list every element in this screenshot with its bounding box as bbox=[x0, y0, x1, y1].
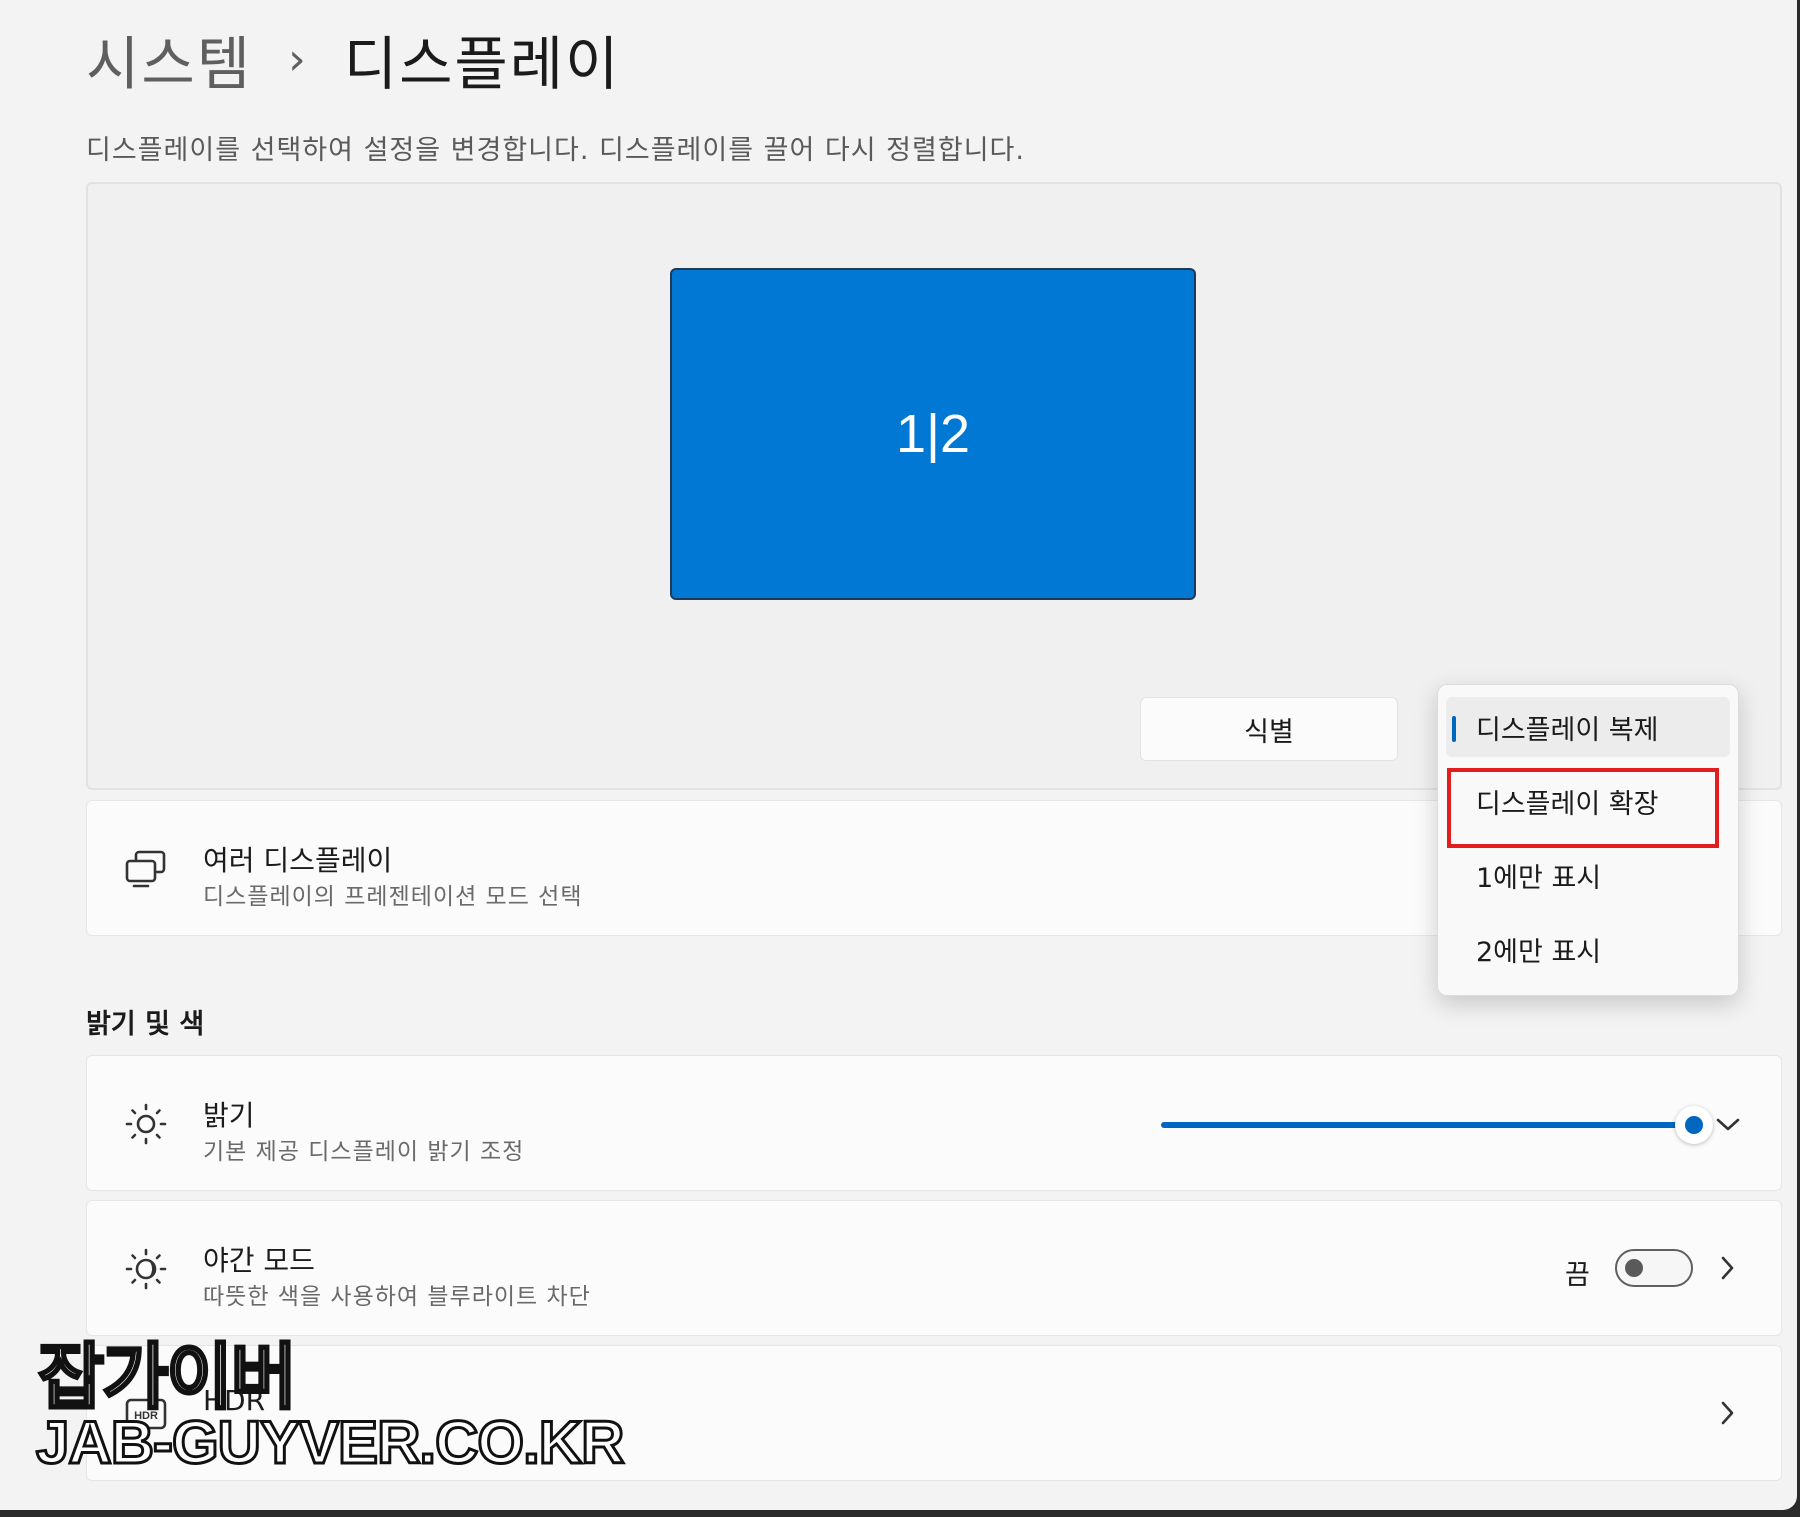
display-tile-1-2[interactable]: 1|2 bbox=[670, 268, 1196, 600]
night-light-subtitle: 따뜻한 색을 사용하여 블루라이트 차단 bbox=[203, 1284, 591, 1310]
multiple-displays-icon bbox=[121, 844, 171, 894]
breadcrumb: 시스템 › 디스플레이 bbox=[86, 14, 621, 104]
menu-item-show-only-1[interactable]: 1에만 표시 bbox=[1446, 845, 1730, 905]
brightness-slider-track[interactable] bbox=[1161, 1122, 1679, 1128]
night-light-icon bbox=[121, 1244, 171, 1294]
chevron-down-icon[interactable] bbox=[1713, 1110, 1743, 1140]
watermark-url: JAB-GUYVER.CO.KR bbox=[34, 1408, 625, 1478]
night-light-row[interactable]: 야간 모드 따뜻한 색을 사용하여 블루라이트 차단 끔 bbox=[86, 1200, 1782, 1336]
settings-window: 시스템 › 디스플레이 디스플레이를 선택하여 설정을 변경합니다. 디스플레이… bbox=[0, 0, 1797, 1510]
page-title: 디스플레이 bbox=[343, 30, 621, 98]
multiple-displays-subtitle: 디스플레이의 프레젠테이션 모드 선택 bbox=[203, 884, 583, 910]
display-arrange-description: 디스플레이를 선택하여 설정을 변경합니다. 디스플레이를 끌어 다시 정렬합니… bbox=[86, 135, 1025, 166]
chevron-right-icon[interactable] bbox=[1713, 1398, 1743, 1428]
night-light-title: 야간 모드 bbox=[203, 1244, 315, 1277]
menu-item-duplicate-display[interactable]: 디스플레이 복제 bbox=[1446, 697, 1730, 757]
sun-icon bbox=[121, 1099, 171, 1149]
brightness-slider-thumb[interactable] bbox=[1675, 1106, 1713, 1144]
brightness-title: 밝기 bbox=[203, 1099, 255, 1132]
breadcrumb-system-link[interactable]: 시스템 bbox=[86, 17, 252, 101]
chevron-right-icon[interactable] bbox=[1713, 1253, 1743, 1283]
night-light-state-label: 끔 bbox=[1565, 1260, 1590, 1291]
multiple-displays-title: 여러 디스플레이 bbox=[203, 844, 393, 877]
night-light-toggle[interactable] bbox=[1615, 1249, 1693, 1287]
highlight-annotation-box bbox=[1447, 768, 1719, 848]
display-tile-label: 1|2 bbox=[895, 404, 971, 464]
brightness-row[interactable]: 밝기 기본 제공 디스플레이 밝기 조정 bbox=[86, 1055, 1782, 1191]
identify-button[interactable]: 식별 bbox=[1140, 697, 1398, 761]
menu-item-show-only-2[interactable]: 2에만 표시 bbox=[1446, 919, 1730, 979]
breadcrumb-separator: › bbox=[288, 33, 306, 85]
brightness-subtitle: 기본 제공 디스플레이 밝기 조정 bbox=[203, 1139, 525, 1165]
section-header-brightness-color: 밝기 및 색 bbox=[86, 1009, 205, 1040]
